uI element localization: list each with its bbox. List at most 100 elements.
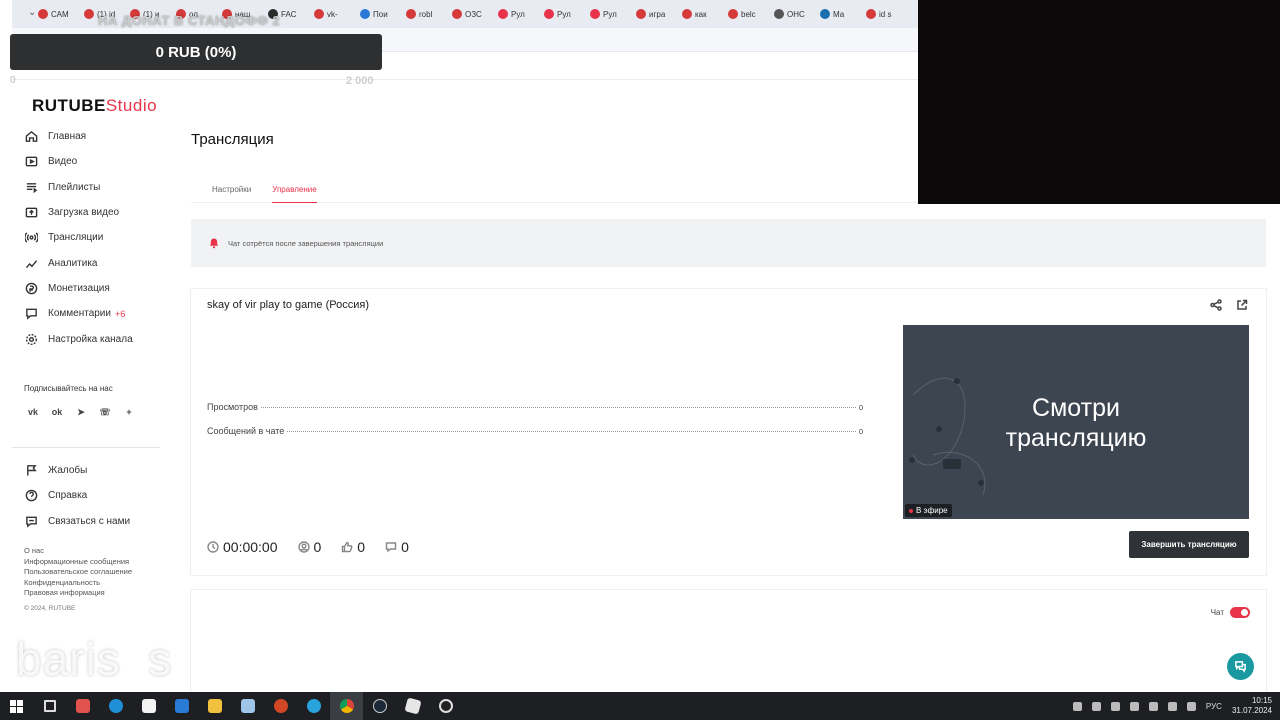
end-stream-button[interactable]: Завершить трансляцию: [1129, 531, 1249, 558]
monetization-icon: [24, 281, 38, 295]
volume-icon[interactable]: [1167, 701, 1177, 711]
browser-tab[interactable]: ОЗС: [452, 2, 495, 26]
chat-toggle[interactable]: [1230, 607, 1250, 618]
stream-preview[interactable]: Смотри трансляцию В эфире: [903, 325, 1249, 519]
comments-badge: +6: [114, 308, 126, 319]
stat-chat-label: Сообщений в чате: [207, 426, 285, 436]
likes-stat: 0: [341, 539, 365, 555]
footer-link-privacy[interactable]: Конфиденциальность: [24, 578, 132, 589]
browser-tab-label: Рул: [511, 9, 525, 19]
powerpoint-icon[interactable]: [264, 692, 297, 720]
viewers-value: 0: [313, 539, 322, 555]
sidebar-item-label: Настройка канала: [48, 333, 133, 345]
dislikes-stat: 0: [385, 539, 409, 555]
sidebar-item-video[interactable]: Видео: [12, 149, 172, 174]
ok-icon[interactable]: ok: [48, 404, 66, 420]
sidebar-item-label: Справка: [48, 490, 88, 502]
chat-toggle-label: Чат: [1210, 608, 1224, 617]
sidebar-item-comments[interactable]: Комментарии +6: [12, 301, 172, 326]
browser-tab-label: robl: [419, 9, 433, 19]
cloud-icon[interactable]: [1110, 701, 1120, 711]
vk-icon[interactable]: vk: [24, 404, 42, 420]
timer-value: 00:00:00: [223, 539, 278, 555]
telegram-app-icon[interactable]: [297, 692, 330, 720]
sidebar-item-monetization[interactable]: Монетизация: [12, 276, 172, 301]
clock-time: 10:15: [1251, 696, 1272, 705]
preview-caption: Смотри трансляцию: [903, 393, 1249, 453]
task-view-icon[interactable]: [33, 692, 66, 720]
stat-views-row: Просмотров 0: [207, 402, 863, 412]
page-title: Трансляция: [191, 131, 274, 148]
browser-tab[interactable]: vk-: [314, 2, 357, 26]
sidebar-item-playlist[interactable]: Плейлисты: [12, 175, 172, 200]
tray-chevron-icon[interactable]: [1072, 701, 1082, 711]
rutube-studio-logo[interactable]: RUTUBEStudio: [32, 96, 157, 116]
support-chat-button[interactable]: [1227, 653, 1254, 680]
browser-tab-label: Рул: [603, 9, 617, 19]
likes-value: 0: [357, 539, 366, 555]
browser-tab[interactable]: robl: [406, 2, 449, 26]
file-explorer-icon[interactable]: [198, 692, 231, 720]
tab-favicon-icon: [636, 9, 646, 19]
browser-tab[interactable]: Ма: [820, 2, 863, 26]
plus-icon[interactable]: +: [120, 404, 138, 420]
subscribe-title: Подписывайтесь на нас: [24, 384, 113, 393]
tab-menu-chevron-icon[interactable]: ⌄: [28, 7, 36, 18]
sidebar-item-flag[interactable]: Жалобы: [12, 458, 172, 483]
footer-link-legal[interactable]: Правовая информация: [24, 588, 132, 599]
browser-tab[interactable]: Рул: [544, 2, 587, 26]
donation-goal-title: НА ДОНАТ В СТАНДОФФ 2: [98, 13, 281, 28]
browser-tab-label: как: [695, 9, 707, 19]
browser-tab[interactable]: Пои: [360, 2, 403, 26]
browser-tab[interactable]: id s: [866, 2, 909, 26]
copyright: © 2024, RUTUBE: [24, 605, 76, 612]
browser-tab[interactable]: игра: [636, 2, 679, 26]
tab-favicon-icon: [866, 9, 876, 19]
browser-tab-label: САМ: [51, 9, 69, 19]
browser-tab[interactable]: Рул: [590, 2, 633, 26]
browser-tab[interactable]: САМ: [38, 2, 81, 26]
tray-app2-icon[interactable]: [1129, 701, 1139, 711]
sidebar-item-settings[interactable]: Настройка канала: [12, 326, 172, 351]
timer-stat: 00:00:00: [207, 539, 278, 555]
external-link-icon[interactable]: [1236, 299, 1248, 311]
language-indicator[interactable]: РУС: [1206, 702, 1222, 711]
roblox-icon[interactable]: [396, 692, 429, 720]
edge-icon[interactable]: [99, 692, 132, 720]
share-icon[interactable]: [1210, 299, 1222, 311]
sidebar-item-help[interactable]: Справка: [12, 483, 172, 508]
footer-link-terms[interactable]: Пользовательское соглашение: [24, 567, 132, 578]
footer-link-info[interactable]: Информационные сообщения: [24, 557, 132, 568]
steam-icon[interactable]: [363, 692, 396, 720]
battery-icon[interactable]: [1186, 701, 1196, 711]
sidebar-item-broadcast[interactable]: Трансляции: [12, 225, 172, 250]
clock[interactable]: 10:15 31.07.2024: [1232, 696, 1272, 716]
tray-app-icon[interactable]: [1091, 701, 1101, 711]
telegram-icon[interactable]: ➤: [72, 404, 90, 420]
tab-management[interactable]: Управление: [272, 176, 317, 203]
mail-icon[interactable]: [165, 692, 198, 720]
sidebar-item-home[interactable]: Главная: [12, 124, 172, 149]
browser-tab[interactable]: как: [682, 2, 725, 26]
video-icon: [24, 155, 38, 169]
chrome-icon[interactable]: [330, 692, 363, 720]
sidebar-item-label: Плейлисты: [48, 181, 101, 193]
donation-goal-bar: 0 RUB (0%): [10, 34, 382, 70]
footer-link-about[interactable]: О нас: [24, 546, 132, 557]
sidebar-item-contact[interactable]: Связаться с нами: [12, 509, 172, 534]
sidebar-divider: [12, 447, 160, 448]
tab-settings[interactable]: Настройки: [191, 176, 272, 203]
game-app-icon[interactable]: [66, 692, 99, 720]
browser-tab[interactable]: ОНС: [774, 2, 817, 26]
viber-icon[interactable]: ☏: [96, 404, 114, 420]
sidebar-item-upload[interactable]: Загрузка видео: [12, 200, 172, 225]
store-icon[interactable]: [132, 692, 165, 720]
notepad-icon[interactable]: [231, 692, 264, 720]
browser-tab[interactable]: belc: [728, 2, 771, 26]
start-button[interactable]: [0, 692, 33, 720]
obs-icon[interactable]: [429, 692, 462, 720]
sidebar-item-analytics[interactable]: Аналитика: [12, 250, 172, 275]
browser-tab[interactable]: Рул: [498, 2, 541, 26]
browser-tab-label: ОНС: [787, 9, 805, 19]
network-icon[interactable]: [1148, 701, 1158, 711]
